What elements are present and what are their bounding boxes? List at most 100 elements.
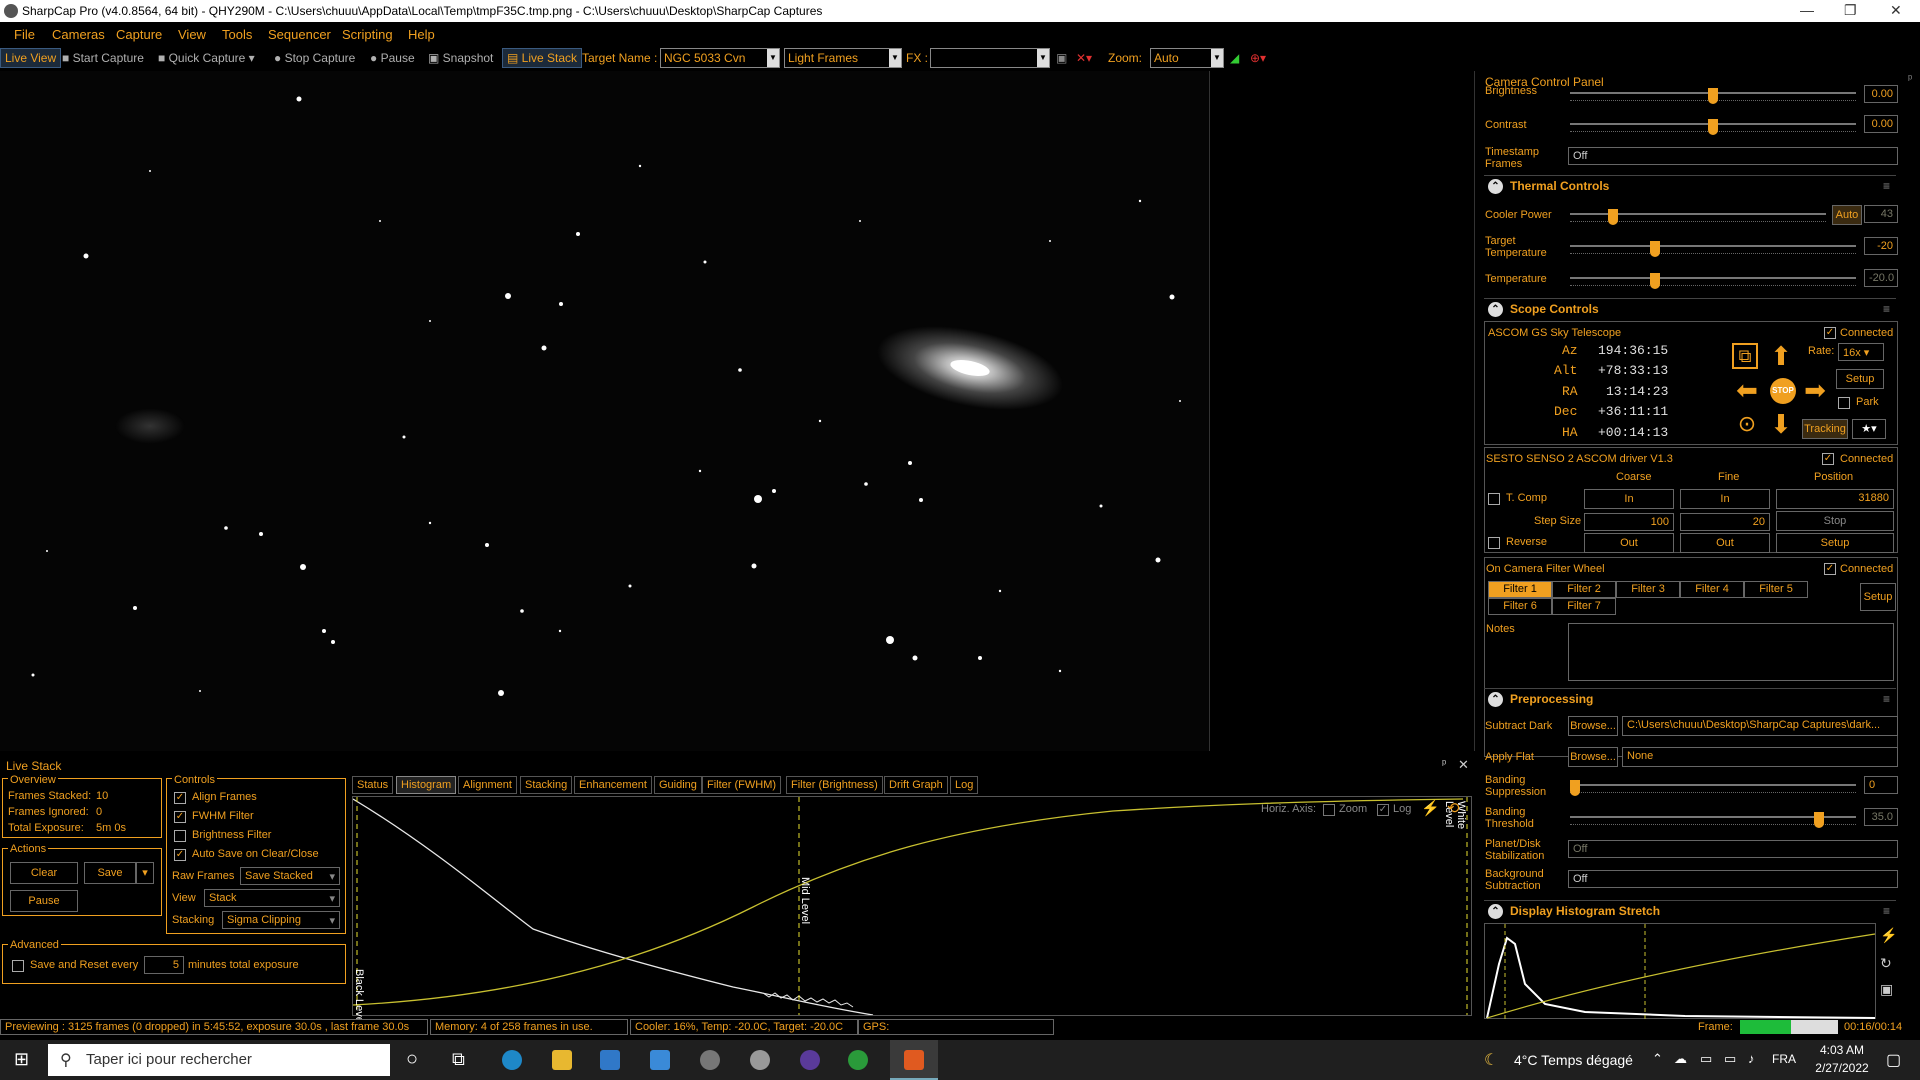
filter-4-button[interactable]: Filter 4 bbox=[1680, 581, 1744, 598]
cloud-icon[interactable]: ☁ bbox=[1674, 1051, 1687, 1067]
dark-path-select[interactable]: C:\Users\chuuu\Desktop\SharpCap Captures… bbox=[1622, 716, 1898, 736]
image-viewer[interactable] bbox=[0, 71, 1210, 751]
start-capture-button[interactable]: ■ Start Capture bbox=[62, 51, 144, 65]
banding-threshold-value[interactable]: 35.0 bbox=[1864, 808, 1898, 826]
tab-filter-fwhm[interactable]: Filter (FWHM) bbox=[702, 776, 782, 794]
fine-step-value[interactable]: 20 bbox=[1680, 513, 1770, 531]
target-temp-knob[interactable] bbox=[1650, 241, 1660, 257]
coarse-in-button[interactable]: In bbox=[1584, 489, 1674, 509]
reverse-checkbox[interactable] bbox=[1488, 537, 1500, 549]
filter-setup-button[interactable]: Setup bbox=[1860, 583, 1896, 611]
volume-icon[interactable]: ♪ bbox=[1748, 1051, 1755, 1066]
preprocessing-header[interactable]: ⌃ Preprocessing ≡ bbox=[1484, 688, 1896, 710]
background-subtraction-select[interactable]: Off bbox=[1568, 870, 1898, 888]
target-icon[interactable]: ⊙ bbox=[1732, 409, 1762, 439]
planet-stabilization-select[interactable]: Off bbox=[1568, 840, 1898, 858]
stretch-histogram[interactable] bbox=[1484, 923, 1876, 1020]
auto-stretch-icon[interactable]: ⚡ bbox=[1880, 927, 1897, 944]
tab-alignment[interactable]: Alignment bbox=[458, 776, 517, 794]
sync-icon[interactable]: ⧉ bbox=[1732, 343, 1758, 369]
view-select[interactable]: Stack ▾ bbox=[204, 889, 340, 907]
clock-time[interactable]: 4:03 AM bbox=[1812, 1043, 1872, 1057]
focuser-connected-checkbox[interactable]: ✓ bbox=[1822, 453, 1834, 465]
stop-capture-button[interactable]: ● Stop Capture bbox=[274, 51, 355, 65]
restore-icon[interactable]: ❐ bbox=[1844, 2, 1857, 19]
sharpcap-taskbar-button[interactable] bbox=[890, 1040, 938, 1080]
west-arrow-icon[interactable]: ⬅ bbox=[1732, 375, 1762, 405]
banding-suppression-value[interactable]: 0 bbox=[1864, 776, 1898, 794]
save-reset-value[interactable]: 5 bbox=[144, 956, 184, 974]
raw-frames-select[interactable]: Save Stacked ▾ bbox=[240, 867, 340, 885]
fine-in-button[interactable]: In bbox=[1680, 489, 1770, 509]
contrast-knob[interactable] bbox=[1708, 119, 1718, 135]
menu-icon[interactable]: ≡ bbox=[1883, 179, 1890, 193]
coarse-out-button[interactable]: Out bbox=[1584, 533, 1674, 553]
focuser-setup-button[interactable]: Setup bbox=[1776, 533, 1894, 553]
battery-icon[interactable]: ▭ bbox=[1700, 1051, 1712, 1067]
flat-browse-button[interactable]: Browse... bbox=[1568, 747, 1618, 767]
tcomp-checkbox[interactable] bbox=[1488, 493, 1500, 505]
park-checkbox[interactable] bbox=[1838, 397, 1850, 409]
reset-level-icon[interactable]: ⟲ bbox=[1447, 799, 1460, 817]
store-icon[interactable] bbox=[600, 1050, 620, 1070]
filter-2-button[interactable]: Filter 2 bbox=[1552, 581, 1616, 598]
quick-capture-button[interactable]: ■ Quick Capture ▾ bbox=[158, 51, 255, 65]
network-icon[interactable]: ▭ bbox=[1724, 1051, 1736, 1067]
filter-6-button[interactable]: Filter 6 bbox=[1488, 598, 1552, 615]
pause-button[interactable]: ● Pause bbox=[370, 51, 415, 65]
tab-guiding[interactable]: Guiding bbox=[654, 776, 702, 794]
star-icon[interactable]: ★▾ bbox=[1852, 419, 1886, 439]
zoom-checkbox[interactable] bbox=[1323, 804, 1335, 816]
clear-button[interactable]: Clear bbox=[10, 862, 78, 884]
fine-out-button[interactable]: Out bbox=[1680, 533, 1770, 553]
contrast-value[interactable]: 0.00 bbox=[1864, 115, 1898, 133]
stack-histogram[interactable]: Black Level Mid Level White Level Horiz.… bbox=[352, 796, 1472, 1025]
tab-drift-graph[interactable]: Drift Graph bbox=[884, 776, 948, 794]
save-reset-checkbox[interactable] bbox=[12, 960, 24, 972]
menu-sequencer[interactable]: Sequencer bbox=[268, 27, 331, 42]
tab-log[interactable]: Log bbox=[950, 776, 979, 794]
clock-date[interactable]: 2/27/2022 bbox=[1812, 1061, 1872, 1075]
scope-setup-button[interactable]: Setup bbox=[1836, 369, 1884, 389]
focuser-stop-button[interactable]: Stop bbox=[1776, 511, 1894, 531]
menu-capture[interactable]: Capture bbox=[116, 27, 162, 42]
filter-5-button[interactable]: Filter 5 bbox=[1744, 581, 1808, 598]
fx-select[interactable]: ▼ bbox=[930, 48, 1050, 68]
tab-histogram[interactable]: Histogram bbox=[396, 776, 457, 794]
scope-controls-header[interactable]: ⌃ Scope Controls ≡ bbox=[1484, 298, 1896, 320]
menu-scripting[interactable]: Scripting bbox=[342, 27, 393, 42]
filter-7-button[interactable]: Filter 7 bbox=[1552, 598, 1616, 615]
menu-icon[interactable]: ≡ bbox=[1883, 302, 1890, 316]
filter-3-button[interactable]: Filter 3 bbox=[1616, 581, 1680, 598]
pause-stack-button[interactable]: Pause bbox=[10, 890, 78, 912]
notification-icon[interactable]: ▢ bbox=[1886, 1050, 1901, 1070]
south-arrow-icon[interactable]: ⬇ bbox=[1766, 409, 1796, 439]
live-stack-button[interactable]: ▤ Live Stack bbox=[502, 48, 583, 68]
align-frames-checkbox[interactable]: ✓ bbox=[174, 792, 186, 804]
rate-select[interactable]: 16x ▾ bbox=[1838, 343, 1884, 361]
notes-textarea[interactable] bbox=[1568, 623, 1894, 681]
fwhm-filter-checkbox[interactable]: ✓ bbox=[174, 811, 186, 823]
edge-icon[interactable] bbox=[502, 1050, 522, 1070]
minimize-icon[interactable]: — bbox=[1800, 2, 1814, 18]
timestamp-select[interactable]: Off bbox=[1568, 147, 1898, 165]
settings-icon[interactable]: ▣ bbox=[1056, 51, 1067, 65]
flat-select[interactable]: None bbox=[1622, 747, 1898, 767]
file-explorer-icon[interactable] bbox=[552, 1050, 572, 1070]
cooler-auto-button[interactable]: Auto bbox=[1832, 205, 1862, 225]
histogram-stretch-header[interactable]: ⌃ Display Histogram Stretch ≡ bbox=[1484, 900, 1896, 922]
cortana-icon[interactable]: ○ bbox=[406, 1048, 418, 1071]
windows-start-icon[interactable]: ⊞ bbox=[14, 1049, 29, 1070]
app-icon-2[interactable] bbox=[750, 1050, 770, 1070]
zoom-select[interactable]: Auto ▼ bbox=[1150, 48, 1224, 68]
tab-status[interactable]: Status bbox=[352, 776, 394, 794]
tab-stacking[interactable]: Stacking bbox=[520, 776, 573, 794]
north-arrow-icon[interactable]: ⬆ bbox=[1766, 341, 1796, 371]
task-view-icon[interactable]: ⧉ bbox=[452, 1049, 465, 1070]
snapshot-button[interactable]: ▣ Snapshot bbox=[428, 51, 493, 65]
filter-connected-checkbox[interactable]: ✓ bbox=[1824, 563, 1836, 575]
log-checkbox[interactable]: ✓ bbox=[1377, 804, 1389, 816]
stacking-select[interactable]: Sigma Clipping ▾ bbox=[222, 911, 340, 929]
reset-icon[interactable]: ↻ bbox=[1880, 955, 1892, 972]
east-arrow-icon[interactable]: ➡ bbox=[1800, 375, 1830, 405]
